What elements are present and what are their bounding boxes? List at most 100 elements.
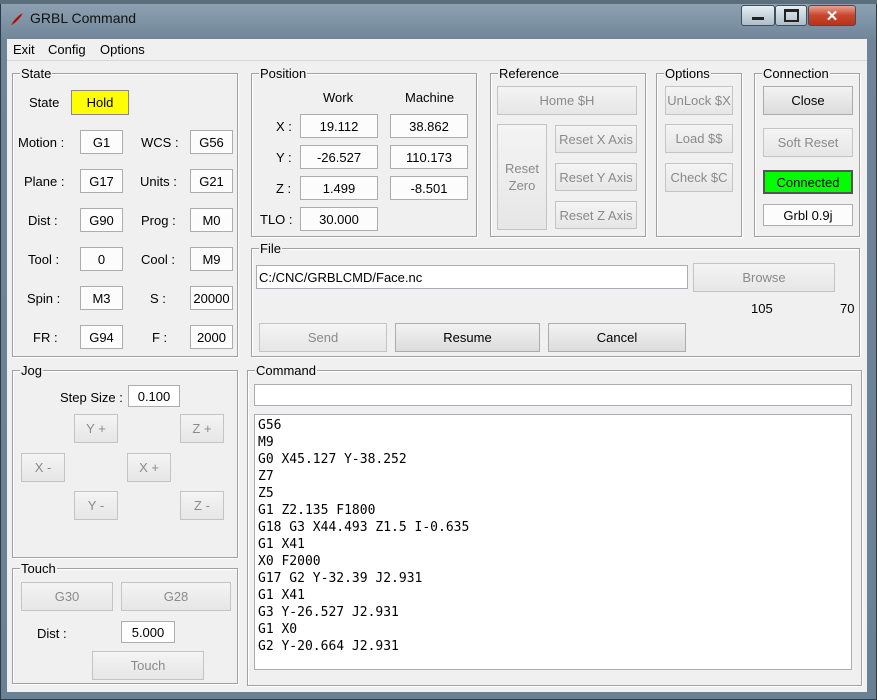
spin-label: Spin : [27,291,61,306]
check-button[interactable]: Check $C [665,163,733,192]
file-group: File C:/CNC/GRBLCMD/Face.nc Browse 105 7… [251,241,860,357]
command-line: G1 X41 [258,537,305,552]
fr-value: G94 [80,325,123,349]
command-line: M9 [258,435,274,450]
g30-button[interactable]: G30 [21,582,113,611]
tlo-label: TLO : [260,212,293,227]
tk-feather-icon [11,13,23,25]
command-line: G1 X0 [258,622,298,637]
cancel-button[interactable]: Cancel [548,323,686,352]
touch-group: Touch G30 G28 Dist : 5.000 Touch [12,561,238,684]
line-total: 70 [840,301,855,316]
jog-y-plus-button[interactable]: Y + [74,414,118,443]
command-line: Z7 [258,469,274,484]
menu-options[interactable]: Options [100,42,145,57]
background-strip [0,0,877,4]
options-group: Options UnLock $X Load $$ Check $C [656,66,742,237]
command-line: G0 X45.127 Y-38.252 [258,452,407,467]
jog-y-minus-button[interactable]: Y - [74,491,118,520]
jog-x-plus-button[interactable]: X + [127,453,171,482]
close-window-button[interactable]: ✕ [808,5,856,26]
reset-x-axis-button[interactable]: Reset X Axis [555,125,637,153]
command-group-label: Command [255,363,317,378]
jog-x-minus-button[interactable]: X - [21,453,65,482]
tool-label: Tool : [28,252,60,267]
x-label: X : [276,119,292,134]
y-machine-value: 110.173 [390,145,468,169]
command-line: G1 X41 [258,588,305,603]
send-button[interactable]: Send [259,323,387,352]
command-input[interactable] [254,384,852,406]
y-label: Y : [276,150,292,165]
fr-label: FR : [33,330,58,345]
tool-value: 0 [80,247,123,271]
step-size-label: Step Size : [60,390,123,405]
reference-group-label: Reference [498,66,560,81]
x-machine-value: 38.862 [390,114,468,138]
z-work-value: 1.499 [300,176,378,200]
load-settings-button[interactable]: Load $$ [665,124,733,153]
home-button[interactable]: Home $H [497,86,637,115]
command-line: G56 [258,418,282,433]
connection-status: Connected [763,170,853,194]
command-line: G1 Z2.135 F1800 [258,503,376,518]
reset-z-axis-button[interactable]: Reset Z Axis [555,201,637,229]
command-line: Z5 [258,486,274,501]
command-line: G2 Y-20.664 J2.931 [258,639,399,654]
line-current: 105 [751,301,773,316]
jog-z-plus-button[interactable]: Z + [180,414,224,443]
file-path-field[interactable]: C:/CNC/GRBLCMD/Face.nc [256,265,688,289]
client-area: State State Hold Motion : G1 WCS : G56 P… [7,61,867,692]
command-history[interactable]: G56 M9 G0 X45.127 Y-38.252 Z7 Z5 G1 Z2.135 F1… [254,414,852,670]
command-line: G3 Y-26.527 J2.931 [258,605,399,620]
cool-label: Cool : [141,252,175,267]
minimize-button[interactable] [741,5,775,26]
motion-value: G1 [80,130,123,154]
jog-group: Jog Step Size : 0.100 Y + Z + X - X + Y … [12,363,238,558]
machine-header: Machine [405,90,455,105]
touch-dist-label: Dist : [37,626,67,641]
jog-z-minus-button[interactable]: Z - [180,491,224,520]
browse-button[interactable]: Browse [693,263,835,292]
units-label: Units : [140,174,177,189]
soft-reset-button[interactable]: Soft Reset [763,128,853,157]
wcs-label: WCS : [141,135,179,150]
cool-value: M9 [190,247,233,271]
step-size-input[interactable]: 0.100 [128,385,180,407]
resume-button[interactable]: Resume [395,323,540,352]
command-group: Command G56 M9 G0 X45.127 Y-38.252 Z7 Z5 G1 Z… [247,363,862,686]
z-machine-value: -8.501 [390,176,468,200]
position-group-label: Position [259,66,308,81]
unlock-button[interactable]: UnLock $X [665,86,733,115]
menu-config[interactable]: Config [48,42,86,57]
maximize-icon [783,9,799,22]
f-value: 2000 [190,325,233,349]
touch-dist-input[interactable]: 5.000 [121,621,175,643]
close-icon: ✕ [825,7,839,25]
tlo-value: 30.000 [300,207,378,231]
command-line: G17 G2 Y-32.39 J2.931 [258,571,423,586]
jog-group-label: Jog [20,363,43,378]
state-group: State State Hold Motion : G1 WCS : G56 P… [12,66,238,357]
reset-y-axis-button[interactable]: Reset Y Axis [555,163,637,191]
plane-label: Plane : [24,174,65,189]
wcs-value: G56 [190,130,233,154]
s-value: 20000 [190,286,233,310]
menu-exit[interactable]: Exit [13,42,35,57]
x-work-value: 19.112 [300,114,378,138]
g28-button[interactable]: G28 [121,582,231,611]
prog-label: Prog : [141,213,176,228]
z-label: Z : [276,181,292,196]
dist-value: G90 [80,208,123,232]
s-label: S : [150,291,166,306]
maximize-button[interactable] [775,5,807,26]
reset-zero-button[interactable]: Reset Zero [497,124,547,230]
command-line: X0 F2000 [258,554,321,569]
command-line: G18 G3 X44.493 Z1.5 I-0.635 [258,520,470,535]
close-connection-button[interactable]: Close [763,86,853,115]
state-group-label: State [20,66,53,81]
touch-button[interactable]: Touch [92,651,204,680]
options-group-label: Options [664,66,711,81]
prog-value: M0 [190,208,233,232]
window-title: GRBL Command [30,10,137,26]
